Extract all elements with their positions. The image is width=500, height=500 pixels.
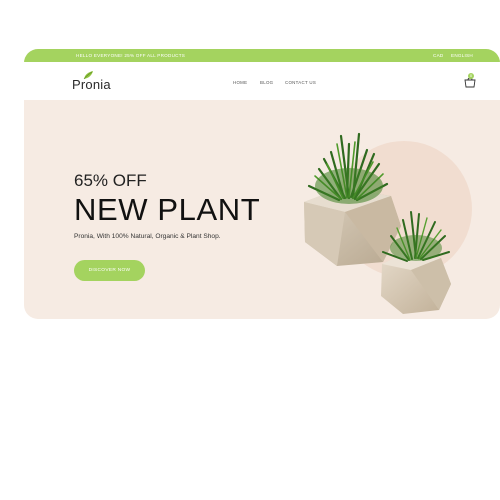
currency-selector[interactable]: CAD: [433, 53, 443, 58]
promo-bar: HELLO EVERYONE! 25% OFF ALL PRODUCTS CAD…: [24, 49, 500, 62]
cart-count-badge: 0: [468, 73, 474, 79]
promo-text: HELLO EVERYONE! 25% OFF ALL PRODUCTS: [76, 53, 186, 58]
hero-title: NEW PLANT: [74, 192, 261, 227]
site-header: Pronia HOME BLOG CONTACT US 0: [24, 62, 500, 100]
language-selector[interactable]: ENGLISH: [451, 53, 473, 58]
nav-contact-us[interactable]: CONTACT US: [285, 80, 316, 85]
nav-home[interactable]: HOME: [233, 80, 247, 85]
hero-subtitle: 65% OFF: [74, 171, 147, 190]
hero-description: Pronia, With 100% Natural, Organic & Pla…: [74, 233, 221, 240]
hero-plant-image: [304, 132, 472, 314]
nav-blog[interactable]: BLOG: [260, 80, 273, 85]
logo-text: Pronia: [72, 77, 111, 92]
website-preview: HELLO EVERYONE! 25% OFF ALL PRODUCTS CAD…: [24, 49, 500, 319]
site-logo[interactable]: Pronia: [72, 71, 116, 94]
discover-now-button[interactable]: DISCOVER NOW: [74, 260, 145, 281]
